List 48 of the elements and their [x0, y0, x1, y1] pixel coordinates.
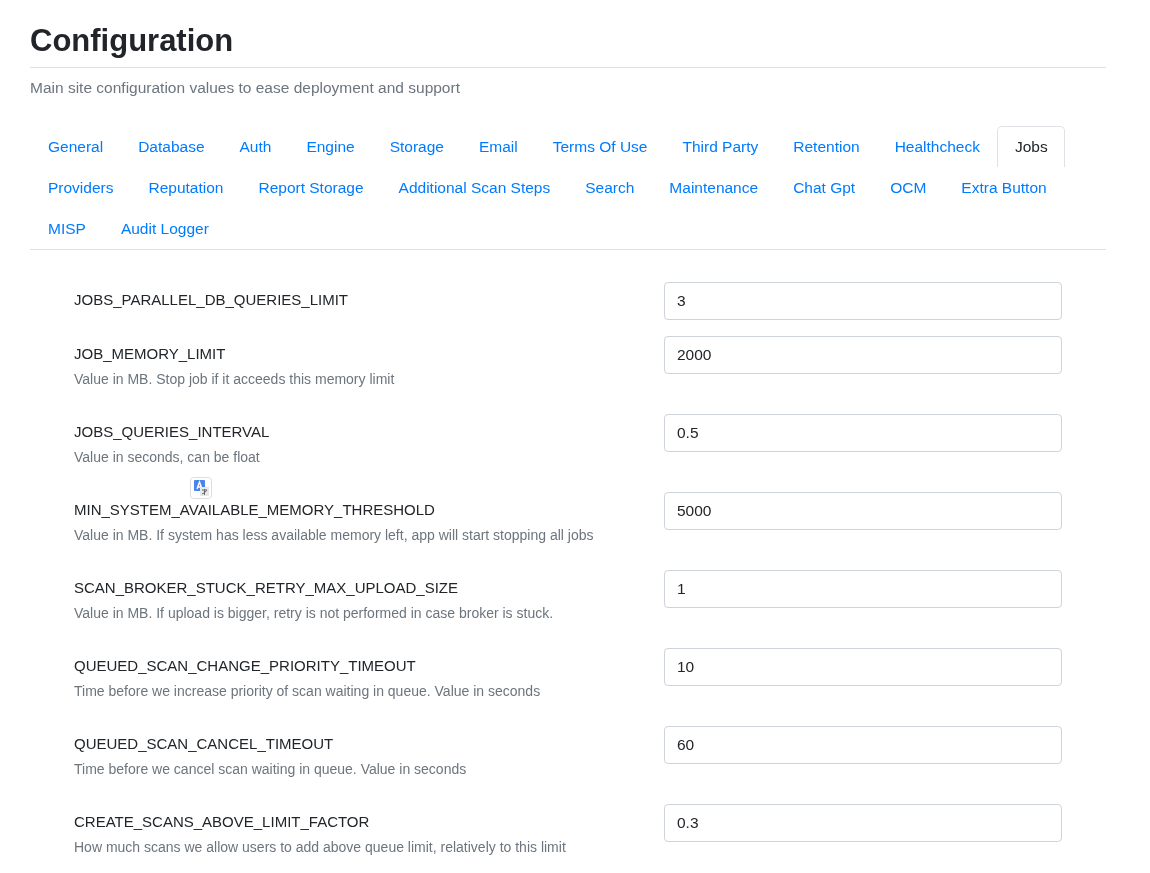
setting-input[interactable]: 0.3 [664, 804, 1062, 842]
setting-input[interactable]: 1 [664, 570, 1062, 608]
tab[interactable]: OCM [872, 167, 944, 208]
setting-input[interactable]: 5000 [664, 492, 1062, 530]
setting-description: Value in seconds, can be float [74, 448, 261, 467]
tab[interactable]: Report Storage [240, 167, 381, 208]
tab[interactable]: MISP [30, 208, 103, 249]
setting-description: Time before we increase priority of scan waiting in queue. Value in seconds [74, 682, 542, 701]
tab[interactable]: Chat Gpt [775, 167, 873, 208]
setting-description: Time before we cancel scan waiting in queue. Value in seconds [74, 760, 468, 779]
tab[interactable]: Healthcheck [876, 126, 997, 167]
setting-name: SCAN_BROKER_STUCK_RETRY_MAX_UPLOAD_SIZE [74, 578, 459, 598]
tab[interactable]: Database [120, 126, 222, 167]
tab[interactable]: Engine [288, 126, 372, 167]
tab[interactable]: Maintenance [651, 167, 776, 208]
setting-description: Value in MB. If upload is bigger, retry is not performed in case broker is stuck. [74, 604, 555, 623]
setting-name: MIN_SYSTEM_AVAILABLE_MEMORY_THRESHOLD [74, 500, 436, 520]
translate-icon[interactable] [190, 477, 212, 499]
tab[interactable]: Additional Scan Steps [380, 167, 568, 208]
setting-input[interactable]: 3 [664, 282, 1062, 320]
tab[interactable]: General [30, 126, 121, 167]
tab[interactable]: Search [567, 167, 652, 208]
tab[interactable]: Jobs [996, 126, 1065, 167]
setting-input[interactable]: 0.5 [664, 414, 1062, 452]
tab[interactable]: Storage [371, 126, 461, 167]
page-title: Configuration [30, 22, 235, 60]
setting-name: JOB_MEMORY_LIMIT [74, 344, 227, 364]
setting-description: Value in MB. Stop job if it acceeds this memory limit [74, 370, 396, 389]
setting-input[interactable]: 60 [664, 726, 1062, 764]
setting-name: CREATE_SCANS_ABOVE_LIMIT_FACTOR [74, 812, 371, 832]
setting-name: QUEUED_SCAN_CHANGE_PRIORITY_TIMEOUT [74, 656, 417, 676]
setting-input[interactable]: 10 [664, 648, 1062, 686]
tab[interactable]: Retention [775, 126, 877, 167]
setting-description: How much scans we allow users to add above queue limit, relatively to this limit [74, 838, 567, 857]
setting-name: QUEUED_SCAN_CANCEL_TIMEOUT [74, 734, 335, 754]
tab[interactable]: Providers [30, 167, 131, 208]
tab[interactable]: Auth [221, 126, 289, 167]
setting-description: Value in MB. If system has less available memory left, app will start stopping all jobs [74, 526, 595, 545]
setting-name: JOBS_PARALLEL_DB_QUERIES_LIMIT [74, 290, 349, 310]
tab[interactable]: Third Party [664, 126, 776, 167]
page-subtitle: Main site configuration values to ease deployment and support [30, 78, 461, 98]
setting-name: JOBS_QUERIES_INTERVAL [74, 422, 271, 442]
tab[interactable]: Reputation [130, 167, 241, 208]
tab[interactable]: Extra Button [943, 167, 1064, 208]
tab[interactable]: Audit Logger [102, 208, 226, 249]
tab[interactable]: Email [460, 126, 535, 167]
tab[interactable]: Terms Of Use [534, 126, 665, 167]
setting-input[interactable]: 2000 [664, 336, 1062, 374]
